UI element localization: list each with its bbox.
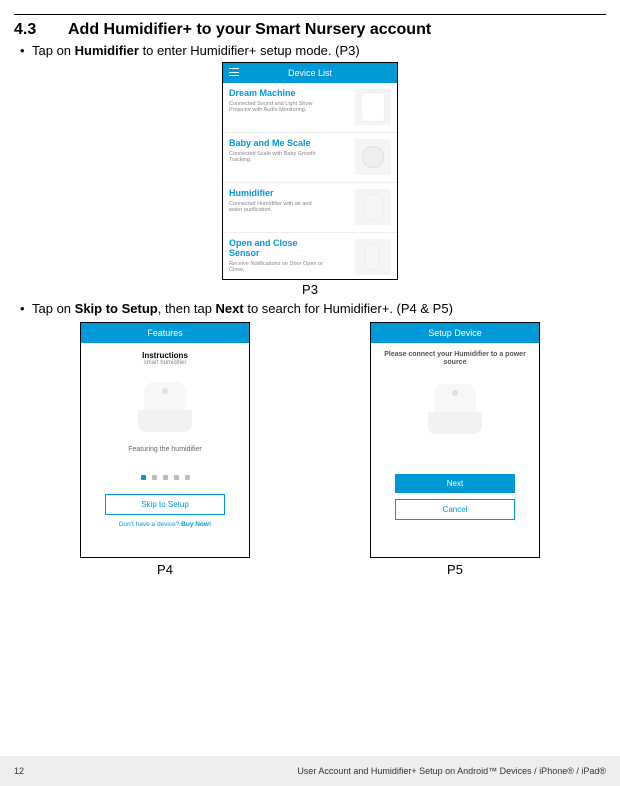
section-title: Add Humidifier+ to your Smart Nursery ac… [68,21,431,38]
phone-p5-body: Please connect your Humidifier to a powe… [371,343,539,557]
phone-p3-header: Device List [223,63,397,83]
device-item-scale[interactable]: Baby and Me ScaleConnected Scale with Ba… [223,133,397,183]
instruction-bullet-2: • Tap on Skip to Setup, then tap Next to… [20,301,606,316]
section-heading: 4.3Add Humidifier+ to your Smart Nursery… [14,21,606,39]
figures-p4-p5: Features Instructions smart humidifier F… [14,322,606,577]
phone-p3: Device List Dream MachineConnected Sound… [222,62,398,280]
figure-p3-label: P3 [14,282,606,297]
figure-p5-col: Setup Device Please connect your Humidif… [370,322,540,577]
figure-p5-label: P5 [447,562,463,577]
page-number: 12 [14,766,24,776]
figure-p4-label: P4 [157,562,173,577]
bullet-dot: • [20,301,32,316]
figure-p3-wrap: Device List Dream MachineConnected Sound… [14,62,606,280]
buy-now-link[interactable]: Don't have a device? Buy Now! [119,521,211,528]
bullet-text: Tap on Humidifier to enter Humidifier+ s… [32,43,606,58]
setup-message: Please connect your Humidifier to a powe… [379,351,531,368]
footer-text: User Account and Humidifier+ Setup on An… [297,766,606,776]
humidifier-image [420,376,490,434]
phone-p4: Features Instructions smart humidifier F… [80,322,250,558]
instructions-subtitle: smart humidifier [144,360,187,366]
device-image [355,239,391,275]
phone-p4-header: Features [81,323,249,343]
phone-p3-title: Device List [288,68,332,78]
device-item-sensor[interactable]: Open and Close SensorReceive Notificatio… [223,233,397,283]
next-button[interactable]: Next [395,474,515,493]
section-number: 4.3 [14,21,68,39]
hamburger-icon[interactable] [229,68,239,76]
feature-caption: Featuring the humidifier [128,446,202,453]
device-image [355,189,391,225]
device-item-dream-machine[interactable]: Dream MachineConnected Sound and Light S… [223,83,397,133]
top-rule [14,14,606,15]
page-content: 4.3Add Humidifier+ to your Smart Nursery… [0,0,620,577]
page-dots[interactable] [141,475,190,480]
device-item-humidifier[interactable]: HumidifierConnected Humidifier with air … [223,183,397,233]
figure-p4-col: Features Instructions smart humidifier F… [80,322,250,577]
phone-p4-body: Instructions smart humidifier Featuring … [81,343,249,557]
bullet-text: Tap on Skip to Setup, then tap Next to s… [32,301,606,316]
page-footer: 12 User Account and Humidifier+ Setup on… [0,756,620,786]
device-image [355,89,391,125]
phone-p5: Setup Device Please connect your Humidif… [370,322,540,558]
bullet-dot: • [20,43,32,58]
cancel-button[interactable]: Cancel [395,499,515,520]
skip-to-setup-button[interactable]: Skip to Setup [105,494,225,515]
device-image [355,139,391,175]
humidifier-image [130,374,200,432]
phone-p5-header: Setup Device [371,323,539,343]
instruction-bullet-1: • Tap on Humidifier to enter Humidifier+… [20,43,606,58]
instructions-title: Instructions [142,351,188,360]
